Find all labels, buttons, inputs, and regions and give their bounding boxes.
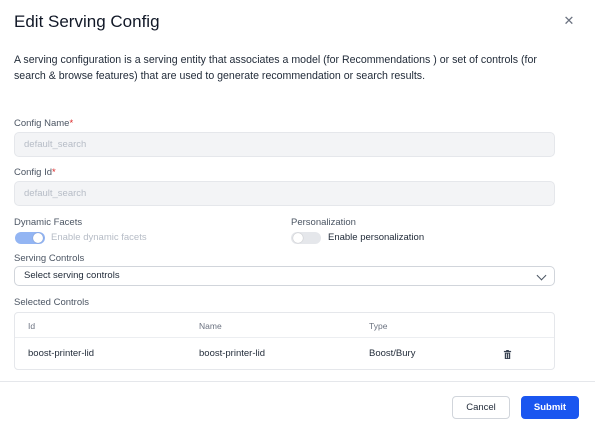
serving-controls-select[interactable]: Select serving controls (14, 266, 555, 286)
toggle-knob (293, 233, 303, 243)
personalization-toggle[interactable] (291, 232, 321, 244)
dynamic-facets-toggle[interactable] (15, 232, 45, 244)
personalization-label: Personalization (291, 217, 356, 228)
dialog-description: A serving configuration is a serving ent… (14, 54, 537, 82)
cell-name: boost-printer-lid (199, 348, 265, 359)
chevron-down-icon (536, 270, 547, 281)
personalization-toggle-text: Enable personalization (328, 232, 425, 243)
required-mark: * (69, 118, 74, 129)
cancel-button[interactable]: Cancel (452, 396, 510, 419)
required-mark: * (52, 167, 56, 178)
toggle-knob (33, 233, 43, 243)
submit-button[interactable]: Submit (521, 396, 579, 419)
config-name-label: Config Name* (14, 118, 73, 129)
serving-controls-label: Serving Controls (14, 253, 85, 264)
close-icon[interactable]: ✕ (562, 14, 576, 28)
config-id-label-text: Config Id (14, 167, 53, 178)
trash-icon[interactable] (503, 350, 512, 359)
row-divider (15, 337, 554, 338)
serving-controls-value: Select serving controls (24, 270, 120, 281)
cell-type: Boost/Bury (369, 348, 416, 359)
cell-id: boost-printer-lid (28, 348, 94, 359)
config-id-label: Config Id* (14, 167, 56, 178)
dialog-title: Edit Serving Config (14, 12, 160, 31)
selected-controls-label: Selected Controls (14, 297, 89, 308)
footer-divider (0, 381, 595, 382)
column-header-type: Type (369, 321, 388, 331)
config-name-input[interactable]: default_search (14, 132, 555, 157)
column-header-id: Id (28, 321, 36, 331)
dynamic-facets-toggle-text: Enable dynamic facets (51, 232, 147, 243)
config-name-label-text: Config Name (14, 118, 70, 129)
edit-serving-config-dialog: Edit Serving Config ✕ A serving configur… (0, 0, 595, 429)
config-id-input[interactable]: default_search (14, 181, 555, 206)
dynamic-facets-label: Dynamic Facets (14, 217, 83, 228)
selected-controls-table: Id Name Type boost-printer-lid boost-pri… (14, 312, 555, 370)
column-header-name: Name (199, 321, 222, 331)
